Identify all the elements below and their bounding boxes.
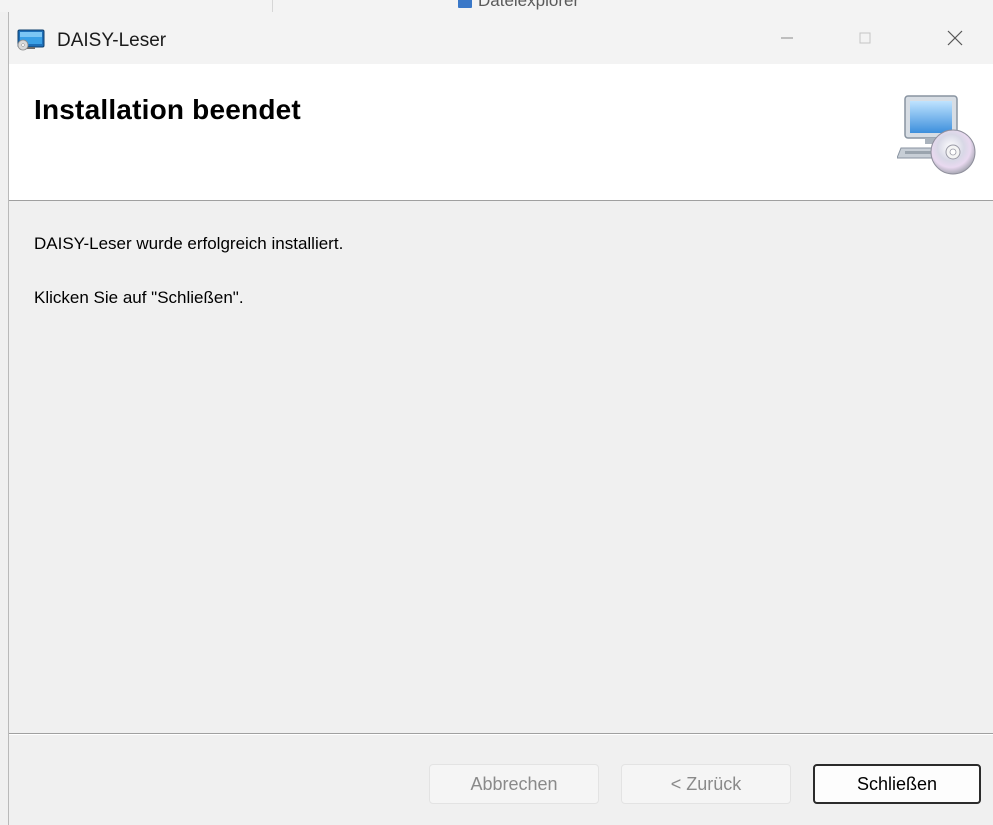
installer-dialog: DAISY-Leser Installation beendet DAISY-L… [8,12,993,825]
title-bar[interactable]: DAISY-Leser [9,12,993,64]
success-message: DAISY-Leser wurde erfolgreich installier… [34,234,344,253]
footer-divider [9,733,993,735]
maximize-icon [859,32,871,44]
cancel-button[interactable]: Abbrechen [429,764,599,804]
computer-cd-icon [897,95,976,175]
folder-icon [458,0,472,8]
minimize-button[interactable] [757,12,817,64]
header-banner: Installation beendet [9,64,993,201]
instruction-message: Klicken Sie auf "Schließen". [34,288,244,307]
app-icon [17,29,45,51]
background-window: Dateiexplorer [0,0,993,12]
close-icon [947,30,963,46]
window-title: DAISY-Leser [57,30,167,51]
maximize-button[interactable] [835,12,895,64]
back-button[interactable]: < Zurück [621,764,791,804]
close-button[interactable]: Schließen [813,764,981,804]
close-window-button[interactable] [925,12,985,64]
background-window-title: Dateiexplorer [478,0,580,10]
page-title: Installation beendet [34,94,301,125]
minimize-icon [781,37,793,39]
screen: Dateiexplorer DAISY-Leser Installation b… [0,0,993,825]
background-divider [272,0,273,12]
